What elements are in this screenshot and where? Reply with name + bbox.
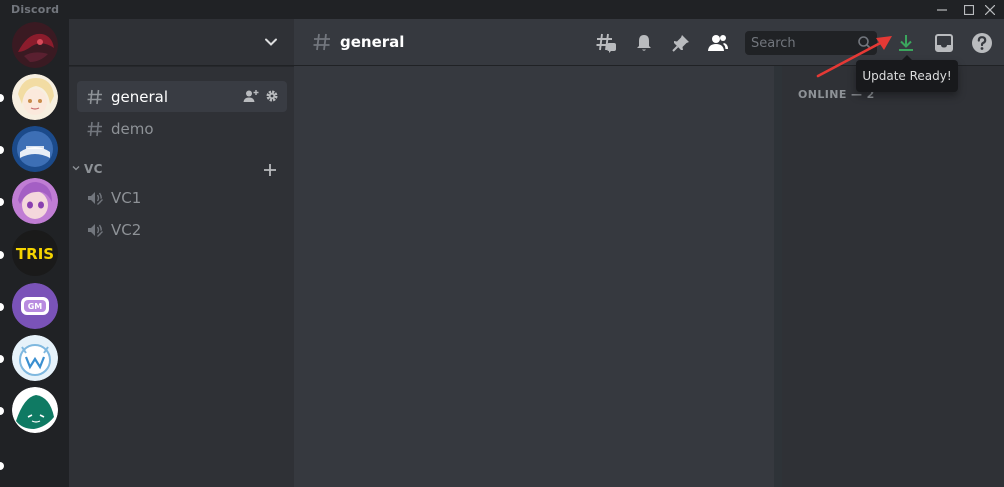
- channel-title: general: [340, 33, 405, 51]
- category-label: VC: [84, 162, 103, 176]
- help-button[interactable]: [970, 31, 994, 55]
- minimize-button[interactable]: [928, 0, 956, 19]
- hash-icon: [85, 119, 105, 139]
- maximize-icon: [964, 4, 974, 15]
- server-avatar-icon: TRIS: [12, 230, 58, 276]
- channel-sidebar: general demo VC VC1 VC2: [69, 19, 294, 487]
- unread-pill: [0, 462, 4, 470]
- member-list-button[interactable]: [706, 31, 730, 55]
- unread-pill: [0, 198, 4, 206]
- category-vc[interactable]: VC: [69, 160, 294, 180]
- pin-icon: [672, 35, 689, 52]
- member-list: ONLINE — 2: [782, 66, 1004, 487]
- help-icon: [972, 33, 992, 53]
- inbox-icon: [935, 34, 953, 52]
- unread-pill: [0, 251, 4, 259]
- tooltip-arrow: [902, 55, 912, 60]
- unread-pill: [0, 407, 4, 415]
- message-area: [294, 66, 780, 487]
- bell-icon: [637, 35, 651, 51]
- voice-channel-vc1[interactable]: VC1: [77, 182, 287, 213]
- discord-app: Discord TRIS GM general demo VC VC1 VC2 …: [0, 0, 1004, 487]
- server-icon-7[interactable]: [12, 335, 58, 381]
- annotation-arrow-icon: [816, 36, 892, 78]
- voice-channel-vc2[interactable]: VC2: [77, 214, 287, 245]
- unread-pill: [0, 94, 4, 102]
- server-avatar-icon: [12, 22, 58, 68]
- channel-label: demo: [111, 119, 154, 138]
- server-avatar-icon: [12, 126, 58, 172]
- unread-pill: [0, 303, 4, 311]
- server-icon-6[interactable]: GM: [12, 283, 58, 329]
- close-icon: [985, 4, 995, 15]
- invite-user-icon[interactable]: [243, 89, 259, 103]
- hash-icon: [313, 33, 330, 51]
- members-icon: [708, 35, 728, 51]
- server-avatar-icon: [12, 178, 58, 224]
- notifications-button[interactable]: [632, 31, 656, 55]
- server-avatar-icon: [12, 335, 58, 381]
- channel-label: VC1: [111, 188, 142, 207]
- server-header[interactable]: [69, 19, 294, 66]
- channel-label: general: [111, 87, 169, 106]
- server-icon-4[interactable]: [12, 178, 58, 224]
- title-bar: Discord: [0, 0, 1004, 19]
- speaker-icon: [85, 188, 105, 208]
- threads-button[interactable]: [594, 31, 618, 55]
- server-avatar-icon: [12, 387, 58, 433]
- minimize-icon: [937, 8, 947, 11]
- channel-demo[interactable]: demo: [77, 113, 287, 144]
- server-rail: TRIS GM: [0, 19, 69, 487]
- server-avatar-icon: [12, 74, 58, 120]
- hash-icon: [85, 87, 105, 107]
- server-label-tris: TRIS: [16, 245, 54, 263]
- server-icon-5[interactable]: TRIS: [12, 230, 58, 276]
- message-scrollbar[interactable]: [774, 66, 782, 487]
- plus-icon[interactable]: [262, 162, 278, 178]
- app-brand: Discord: [11, 3, 60, 16]
- channel-label: VC2: [111, 220, 142, 239]
- chevron-down-icon[interactable]: [264, 35, 278, 49]
- server-label-gm: GM: [28, 302, 43, 311]
- unread-pill: [0, 146, 4, 154]
- server-avatar-icon: GM: [12, 283, 58, 329]
- server-icon-3[interactable]: [12, 126, 58, 172]
- speaker-icon: [85, 220, 105, 240]
- gear-icon[interactable]: [265, 89, 279, 103]
- server-icon-1[interactable]: [12, 22, 58, 68]
- inbox-button[interactable]: [932, 31, 956, 55]
- threads-icon: [596, 33, 616, 53]
- channel-general[interactable]: general: [77, 81, 287, 112]
- server-icon-8[interactable]: [12, 387, 58, 433]
- close-window-button[interactable]: [976, 0, 1004, 19]
- chevron-down-icon: [72, 166, 80, 171]
- unread-pill: [0, 355, 4, 363]
- pinned-button[interactable]: [669, 31, 693, 55]
- server-icon-2[interactable]: [12, 74, 58, 120]
